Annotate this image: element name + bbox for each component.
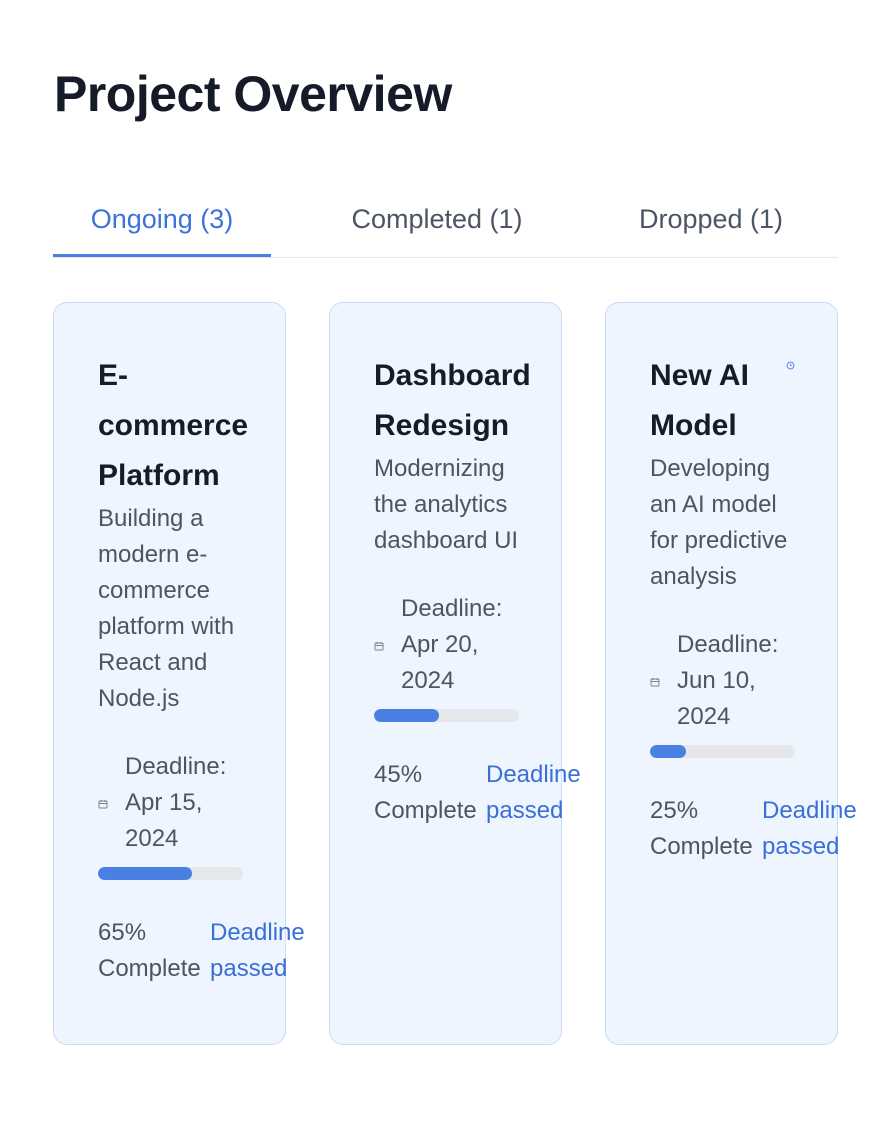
deadline-text: Deadline: Apr 15, 2024 [125,749,255,857]
card-content: New AI Model Developing an AI model for … [650,351,857,865]
progress-fill [650,745,687,758]
deadline-date: Jun 10, 2024 [677,667,756,730]
deadline-passed-link[interactable]: Deadline passed [486,757,596,829]
deadline-passed-link[interactable]: Deadline passed [762,793,872,865]
project-card-ai-model[interactable]: New AI Model Developing an AI model for … [605,302,857,1045]
project-title: E-commerce Platform [98,359,249,492]
tab-completed[interactable]: Completed (1) [313,196,561,257]
progress-fill [98,867,193,880]
progress-bar [98,867,243,880]
progress-bar [650,745,795,758]
project-card-dashboard[interactable]: Dashboard Redesign Modernizing the analy… [329,302,581,1045]
project-description: Modernizing the analytics dashboard UI [374,455,519,554]
status-row: 45% Complete Deadline passed [374,757,581,829]
progress-bar [374,709,519,722]
deadline-date: Apr 20, 2024 [401,631,479,694]
status-row: 25% Complete Deadline passed [650,793,857,865]
deadline-label: Deadline: [677,631,779,658]
deadline-row: Deadline: Apr 20, 2024 [374,591,564,699]
deadline-passed-link[interactable]: Deadline passed [210,915,320,987]
calendar-icon [650,678,660,687]
project-description: Developing an AI model for predictive an… [650,455,788,590]
deadline-row: Deadline: Jun 10, 2024 [650,627,840,735]
deadline-row: Deadline: Apr 15, 2024 [98,749,288,857]
project-description: Building a modern e-commerce platform wi… [98,505,235,712]
card-content: Dashboard Redesign Modernizing the analy… [374,351,581,829]
progress-fill [374,709,440,722]
deadline-text: Deadline: Apr 20, 2024 [401,591,531,699]
tab-dropped[interactable]: Dropped (1) [613,196,809,257]
deadline-label: Deadline: [401,595,503,622]
tab-ongoing[interactable]: Ongoing (3) [53,196,271,257]
card-content: E-commerce Platform Building a modern e-… [98,351,305,987]
deadline-text: Deadline: Jun 10, 2024 [677,627,807,735]
project-title: Dashboard Redesign [374,359,531,442]
page-title: Project Overview [54,66,452,122]
calendar-icon [374,642,384,651]
calendar-icon [98,800,108,809]
progress-text: 25% Complete [650,797,753,860]
project-tabs: Ongoing (3) Completed (1) Dropped (1) [53,196,838,258]
progress-text: 45% Complete [374,761,477,824]
project-overview-page: Project Overview Ongoing (3) Completed (… [0,0,896,1136]
deadline-label: Deadline: [125,753,227,780]
deadline-date: Apr 15, 2024 [125,789,203,852]
project-title: New AI Model [650,359,749,442]
project-card-ecommerce[interactable]: E-commerce Platform Building a modern e-… [53,302,305,1045]
progress-text: 65% Complete [98,919,201,982]
status-row: 65% Complete Deadline passed [98,915,305,987]
